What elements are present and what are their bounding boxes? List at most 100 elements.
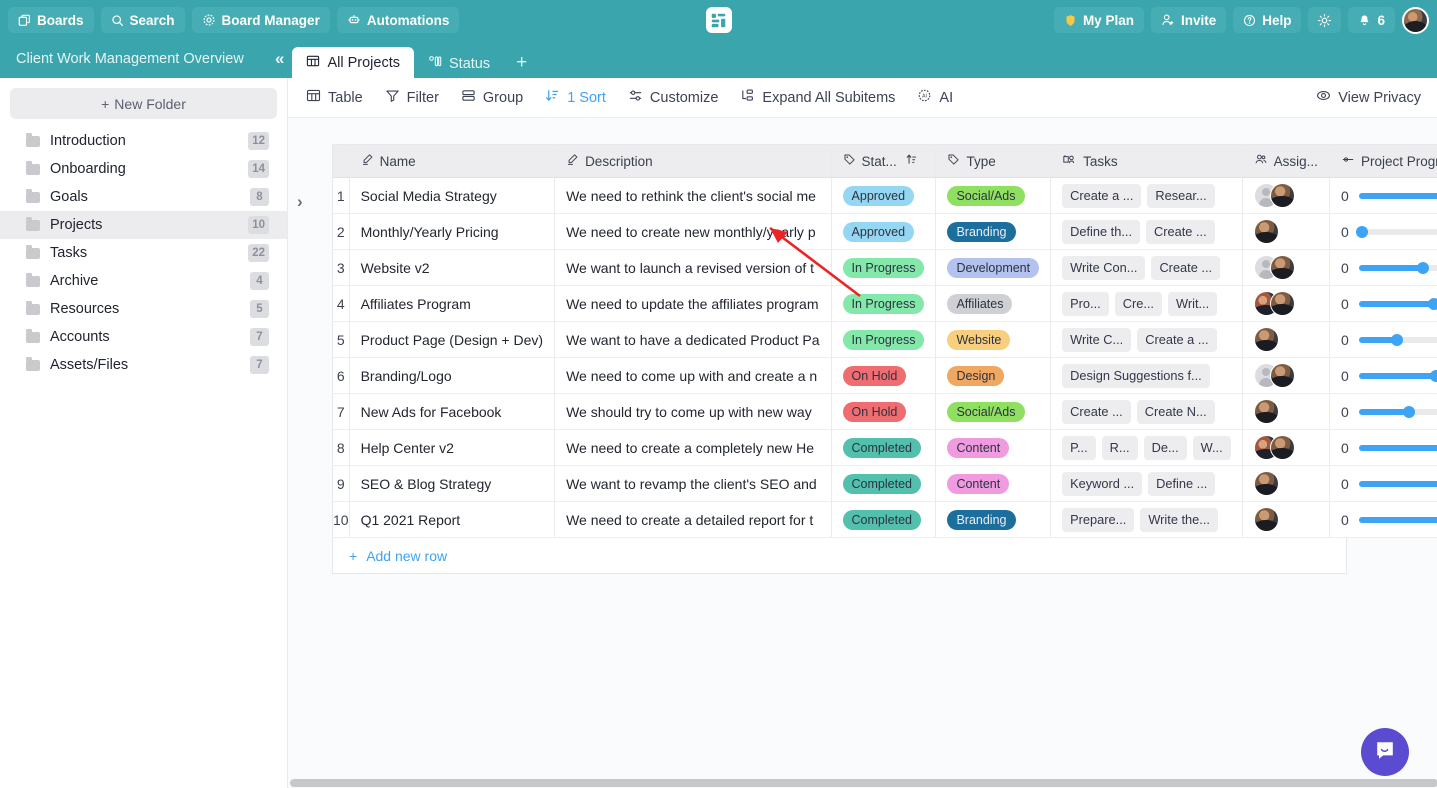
task-chip[interactable]: Write C... [1062, 327, 1132, 352]
row-progress-cell[interactable]: 0 [1329, 357, 1437, 394]
task-chip[interactable]: Resear... [1147, 183, 1215, 208]
table-row[interactable]: 2 Monthly/Yearly Pricing We need to create… [332, 213, 1437, 250]
progress-slider[interactable] [1358, 297, 1437, 310]
row-tasks-cell[interactable]: Create a ... Resear... [1050, 177, 1243, 214]
row-progress-cell[interactable]: 0 [1329, 177, 1437, 214]
assignee-avatar[interactable] [1253, 327, 1279, 352]
row-assignees-cell[interactable] [1242, 501, 1330, 538]
row-status-cell[interactable]: Completed [831, 501, 937, 538]
task-chip[interactable]: Writ... [1168, 291, 1218, 316]
task-chip[interactable]: Write Con... [1062, 255, 1146, 280]
row-type-cell[interactable]: Social/Ads [935, 393, 1052, 430]
task-chip[interactable]: Define th... [1062, 219, 1140, 244]
toolbar-filter-button[interactable]: Filter [385, 88, 439, 107]
assignee-avatar[interactable] [1269, 363, 1295, 388]
task-chip[interactable]: Prepare... [1062, 507, 1135, 532]
row-assignees-cell[interactable] [1242, 285, 1330, 322]
task-chip[interactable]: Cre... [1114, 291, 1162, 316]
task-chip[interactable]: Write the... [1140, 507, 1218, 532]
table-row[interactable]: 9 SEO & Blog Strategy We want to revamp th… [332, 465, 1437, 502]
row-assignees-cell[interactable] [1242, 249, 1330, 286]
progress-slider[interactable] [1358, 261, 1437, 274]
row-name-cell[interactable]: Branding/Logo [349, 357, 556, 394]
toolbar-customize-button[interactable]: Customize [628, 88, 718, 107]
row-tasks-cell[interactable]: Prepare... Write the... [1050, 501, 1243, 538]
progress-slider[interactable] [1358, 516, 1437, 523]
table-row[interactable]: 3 Website v2 We want to launch a revised v… [332, 249, 1437, 286]
row-name-cell[interactable]: Monthly/Yearly Pricing [349, 213, 556, 250]
progress-slider[interactable] [1358, 405, 1437, 418]
progress-slider[interactable] [1358, 444, 1437, 451]
task-chip[interactable]: W... [1192, 435, 1231, 460]
row-type-cell[interactable]: Content [935, 429, 1052, 466]
row-assignees-cell[interactable] [1242, 465, 1330, 502]
row-tasks-cell[interactable]: Pro... Cre... Writ... [1050, 285, 1243, 322]
row-tasks-cell[interactable]: Write Con... Create ... [1050, 249, 1243, 286]
row-progress-cell[interactable]: 0 [1329, 393, 1437, 430]
sort-asc-icon[interactable] [905, 153, 918, 169]
table-row[interactable]: 8 Help Center v2 We need to create a compl… [332, 429, 1437, 466]
row-name-cell[interactable]: Product Page (Design + Dev) [349, 321, 556, 358]
row-type-cell[interactable]: Affiliates [935, 285, 1052, 322]
row-name-cell[interactable]: Affiliates Program [349, 285, 556, 322]
row-description-cell[interactable]: We need to rethink the client's social m… [554, 177, 832, 214]
row-progress-cell[interactable]: 0 [1329, 429, 1437, 466]
row-status-cell[interactable]: In Progress [831, 321, 937, 358]
progress-slider-knob[interactable] [1417, 261, 1430, 274]
task-chip[interactable]: Create ... [1146, 219, 1215, 244]
nav-search-button[interactable]: Search [100, 7, 185, 33]
new-folder-button[interactable]: + New Folder [10, 88, 277, 119]
table-column-header-idx[interactable] [332, 144, 350, 178]
row-type-cell[interactable]: Development [935, 249, 1052, 286]
row-assignees-cell[interactable] [1242, 213, 1330, 250]
sidebar-item-accounts[interactable]: Accounts 7 [0, 323, 287, 351]
chevron-right-icon[interactable]: › [297, 192, 303, 212]
assignee-avatar[interactable] [1269, 435, 1295, 460]
horizontal-scrollbar-thumb[interactable] [290, 779, 1437, 787]
row-progress-cell[interactable]: 0 [1329, 501, 1437, 538]
row-name-cell[interactable]: New Ads for Facebook [349, 393, 556, 430]
row-name-cell[interactable]: Social Media Strategy [349, 177, 556, 214]
row-type-cell[interactable]: Design [935, 357, 1052, 394]
sidebar-item-introduction[interactable]: Introduction 12 [0, 127, 287, 155]
task-chip[interactable]: Create N... [1136, 399, 1215, 424]
row-name-cell[interactable]: SEO & Blog Strategy [349, 465, 556, 502]
notifications-button[interactable]: 6 [1348, 7, 1395, 33]
row-description-cell[interactable]: We need to create a completely new He [554, 429, 832, 466]
row-status-cell[interactable]: Completed [831, 429, 937, 466]
assignee-avatar[interactable] [1253, 507, 1279, 532]
row-tasks-cell[interactable]: Keyword ... Define ... [1050, 465, 1243, 502]
help-button[interactable]: Help [1233, 7, 1302, 33]
row-description-cell[interactable]: We want to revamp the client's SEO and [554, 465, 832, 502]
sidebar-item-goals[interactable]: Goals 8 [0, 183, 287, 211]
table-row[interactable]: 10 Q1 2021 Report We need to create a deta… [332, 501, 1437, 538]
table-row[interactable]: 6 Branding/Logo We need to come up with an… [332, 357, 1437, 394]
toolbar-expand-subitems-button[interactable]: Expand All Subitems [740, 88, 895, 107]
row-status-cell[interactable]: Completed [831, 465, 937, 502]
task-chip[interactable]: Define ... [1148, 471, 1216, 496]
row-status-cell[interactable]: Approved [831, 177, 937, 214]
assignee-avatar[interactable] [1269, 183, 1295, 208]
nav-board-manager-button[interactable]: Board Manager [191, 7, 330, 33]
assignee-avatar[interactable] [1269, 255, 1295, 280]
progress-slider[interactable] [1355, 225, 1437, 238]
progress-slider-knob[interactable] [1355, 225, 1368, 238]
row-progress-cell[interactable]: 0 [1329, 321, 1437, 358]
toolbar-table-button[interactable]: Table [306, 88, 363, 107]
row-progress-cell[interactable]: 0 [1329, 249, 1437, 286]
row-type-cell[interactable]: Social/Ads [935, 177, 1052, 214]
row-status-cell[interactable]: In Progress [831, 285, 937, 322]
sidebar-item-onboarding[interactable]: Onboarding 14 [0, 155, 287, 183]
chat-launcher-button[interactable] [1361, 728, 1409, 776]
table-column-header-status[interactable]: Stat... [831, 144, 937, 178]
table-column-header-type[interactable]: Type [935, 144, 1052, 178]
assignee-avatar[interactable] [1269, 291, 1295, 316]
row-tasks-cell[interactable]: Define th... Create ... [1050, 213, 1243, 250]
add-new-row-button[interactable]: + Add new row [332, 538, 1347, 574]
row-name-cell[interactable]: Q1 2021 Report [349, 501, 556, 538]
progress-slider[interactable] [1358, 480, 1437, 487]
row-status-cell[interactable]: In Progress [831, 249, 937, 286]
add-view-button[interactable]: + [504, 52, 539, 78]
row-progress-cell[interactable]: 0 [1329, 285, 1437, 322]
tab-all-projects[interactable]: All Projects [292, 47, 414, 78]
